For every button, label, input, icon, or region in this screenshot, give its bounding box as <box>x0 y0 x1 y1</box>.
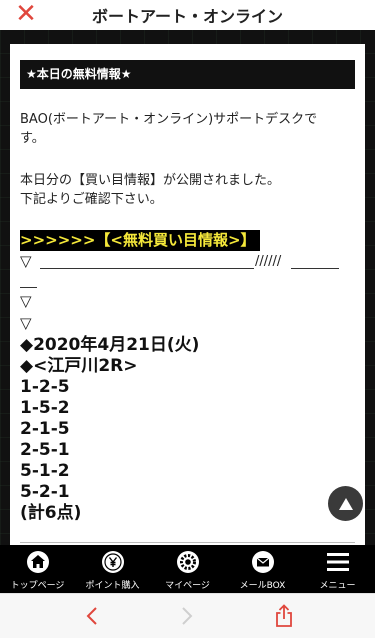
back-arrow-icon[interactable] <box>80 604 104 628</box>
info-title-bar: ★本日の無料情報★ <box>20 60 355 89</box>
intro-line-2: す。 <box>20 131 45 146</box>
nav-label: マイページ <box>165 581 210 591</box>
pick-item: 1-2-5 <box>20 377 70 397</box>
gear-icon <box>176 550 200 574</box>
pick-item: 5-1-2 <box>20 461 70 481</box>
page-title: ボートアート・オンライン <box>91 7 284 26</box>
race-date: ◆2020年4月21日(火) <box>20 335 200 355</box>
bottom-nav: トップページ ポイント購入 マイページ メールBOX メニュー <box>0 545 375 593</box>
yen-coin-icon <box>101 550 125 574</box>
browser-toolbar <box>0 593 375 638</box>
scroll-to-top-button[interactable] <box>328 486 363 521</box>
pick-item: 2-5-1 <box>20 440 70 460</box>
nav-label: メールBOX <box>239 581 286 591</box>
announce-line-2: 下記よりご確認下さい。 <box>20 192 163 207</box>
nav-item-buy-points[interactable]: ポイント購入 <box>75 545 150 593</box>
announce-paragraph: 本日分の【買い目情報】が公開されました。 下記よりご確認下さい。 <box>20 171 355 209</box>
triangle-marker-2: ▽ <box>20 292 32 310</box>
divider <box>20 542 355 543</box>
forward-arrow-icon[interactable] <box>175 604 199 628</box>
underline-rule-1 <box>40 268 254 269</box>
slash-marks: ////// <box>255 254 282 269</box>
pick-total: (計6点) <box>20 503 82 523</box>
triangle-up-icon <box>338 497 353 510</box>
triangle-marker-3: ▽ <box>20 314 32 332</box>
intro-paragraph: BAO(ボートアート・オンライン)サポートデスクで す。 <box>20 110 355 148</box>
underline-rule-2 <box>291 268 339 269</box>
pick-item: 5-2-1 <box>20 482 70 502</box>
hamburger-menu-icon <box>326 550 350 574</box>
nav-label: メニュー <box>319 581 356 591</box>
pick-item: 1-5-2 <box>20 398 70 418</box>
free-picks-link[interactable]: >>>>>>【<無料買い目情報>】 <box>20 230 260 251</box>
app-header: ✕ ボートアート・オンライン <box>0 0 375 30</box>
mail-icon <box>251 550 275 574</box>
nav-label: トップページ <box>10 581 65 591</box>
underline-rule-3 <box>20 287 37 288</box>
nav-item-my-page[interactable]: マイページ <box>150 545 225 593</box>
intro-line-1: BAO(ボートアート・オンライン)サポートデスクで <box>20 112 318 127</box>
triangle-marker-1: ▽ <box>20 252 32 270</box>
content-card: ★本日の無料情報★ BAO(ボートアート・オンライン)サポートデスクで す。 本… <box>10 44 365 545</box>
nav-item-mailbox[interactable]: メールBOX <box>225 545 300 593</box>
nav-label: ポイント購入 <box>85 581 140 591</box>
home-icon <box>26 550 50 574</box>
nav-item-top-page[interactable]: トップページ <box>0 545 75 593</box>
announce-line-1: 本日分の【買い目情報】が公開されました。 <box>20 173 281 188</box>
close-icon[interactable]: ✕ <box>14 1 38 27</box>
nav-item-menu[interactable]: メニュー <box>300 545 375 593</box>
pick-item: 2-1-5 <box>20 419 70 439</box>
share-icon[interactable] <box>272 604 296 628</box>
race-name: ◆<江戸川2R> <box>20 356 138 376</box>
